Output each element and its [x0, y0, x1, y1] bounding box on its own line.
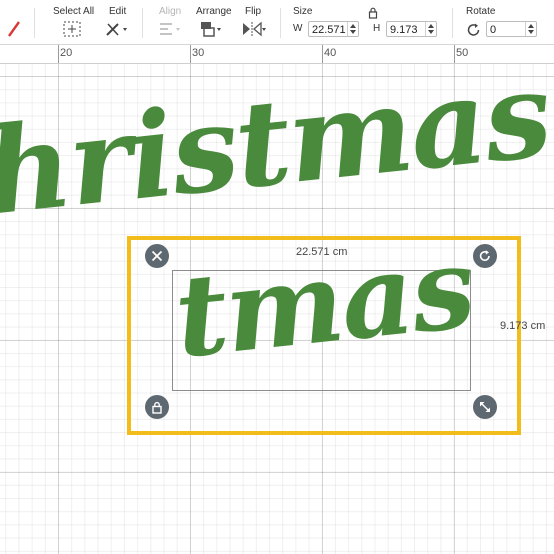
resize-arrows-icon [480, 402, 490, 412]
height-letter: H [373, 23, 381, 34]
ruler-label: 30 [192, 47, 205, 59]
height-value: 9.173 [390, 24, 418, 36]
select-all-button[interactable] [62, 20, 82, 38]
arrange-button[interactable] [198, 20, 224, 38]
align-button [157, 20, 183, 38]
flip-button[interactable] [240, 20, 268, 38]
close-icon [151, 250, 163, 262]
lock-icon [152, 401, 162, 414]
rotate-handle[interactable] [473, 244, 497, 268]
rotate-value: 0 [490, 24, 497, 36]
arrange-icon [201, 22, 221, 37]
ruler-major-tick [322, 45, 323, 63]
resize-handle[interactable] [473, 395, 497, 419]
align-icon [160, 23, 180, 35]
flip-label: Flip [245, 6, 262, 17]
ruler-major-tick [58, 45, 59, 63]
select-all-icon [63, 21, 81, 37]
ruler-label: 20 [60, 47, 73, 59]
delete-handle[interactable] [145, 244, 169, 268]
width-dimension-label: 22.571 cm [296, 246, 348, 258]
edit-label: Edit [109, 6, 127, 17]
width-value: 22.571 [312, 24, 346, 36]
rotate-label: Rotate [466, 6, 496, 17]
height-stepper[interactable] [425, 22, 436, 36]
ruler-label: 40 [324, 47, 337, 59]
lock-aspect-icon[interactable] [368, 7, 378, 19]
height-dimension-label: 9.173 cm [500, 320, 546, 332]
rotate-field[interactable]: 0 [486, 21, 537, 37]
size-label: Size [293, 6, 313, 17]
rotate-icon [479, 250, 490, 261]
lock-handle[interactable] [145, 395, 169, 419]
rotate-stepper[interactable] [525, 22, 536, 36]
width-letter: W [293, 23, 303, 34]
toolbar: Select All Edit Align Arrange Flip Size … [0, 0, 554, 45]
align-label: Align [159, 6, 182, 17]
ruler-major-tick [190, 45, 191, 63]
height-field[interactable]: 9.173 [386, 21, 437, 37]
rotate-icon [467, 23, 480, 36]
width-field[interactable]: 22.571 [308, 21, 359, 37]
linetype-pen-icon[interactable] [6, 20, 22, 38]
selected-text-layer[interactable]: tmas [168, 213, 480, 393]
edit-button[interactable] [104, 20, 130, 38]
flip-icon [243, 21, 266, 37]
edit-tools-icon [106, 23, 127, 36]
select-all-label: Select All [53, 6, 95, 17]
width-stepper[interactable] [347, 22, 358, 36]
arrange-label: Arrange [196, 6, 232, 17]
